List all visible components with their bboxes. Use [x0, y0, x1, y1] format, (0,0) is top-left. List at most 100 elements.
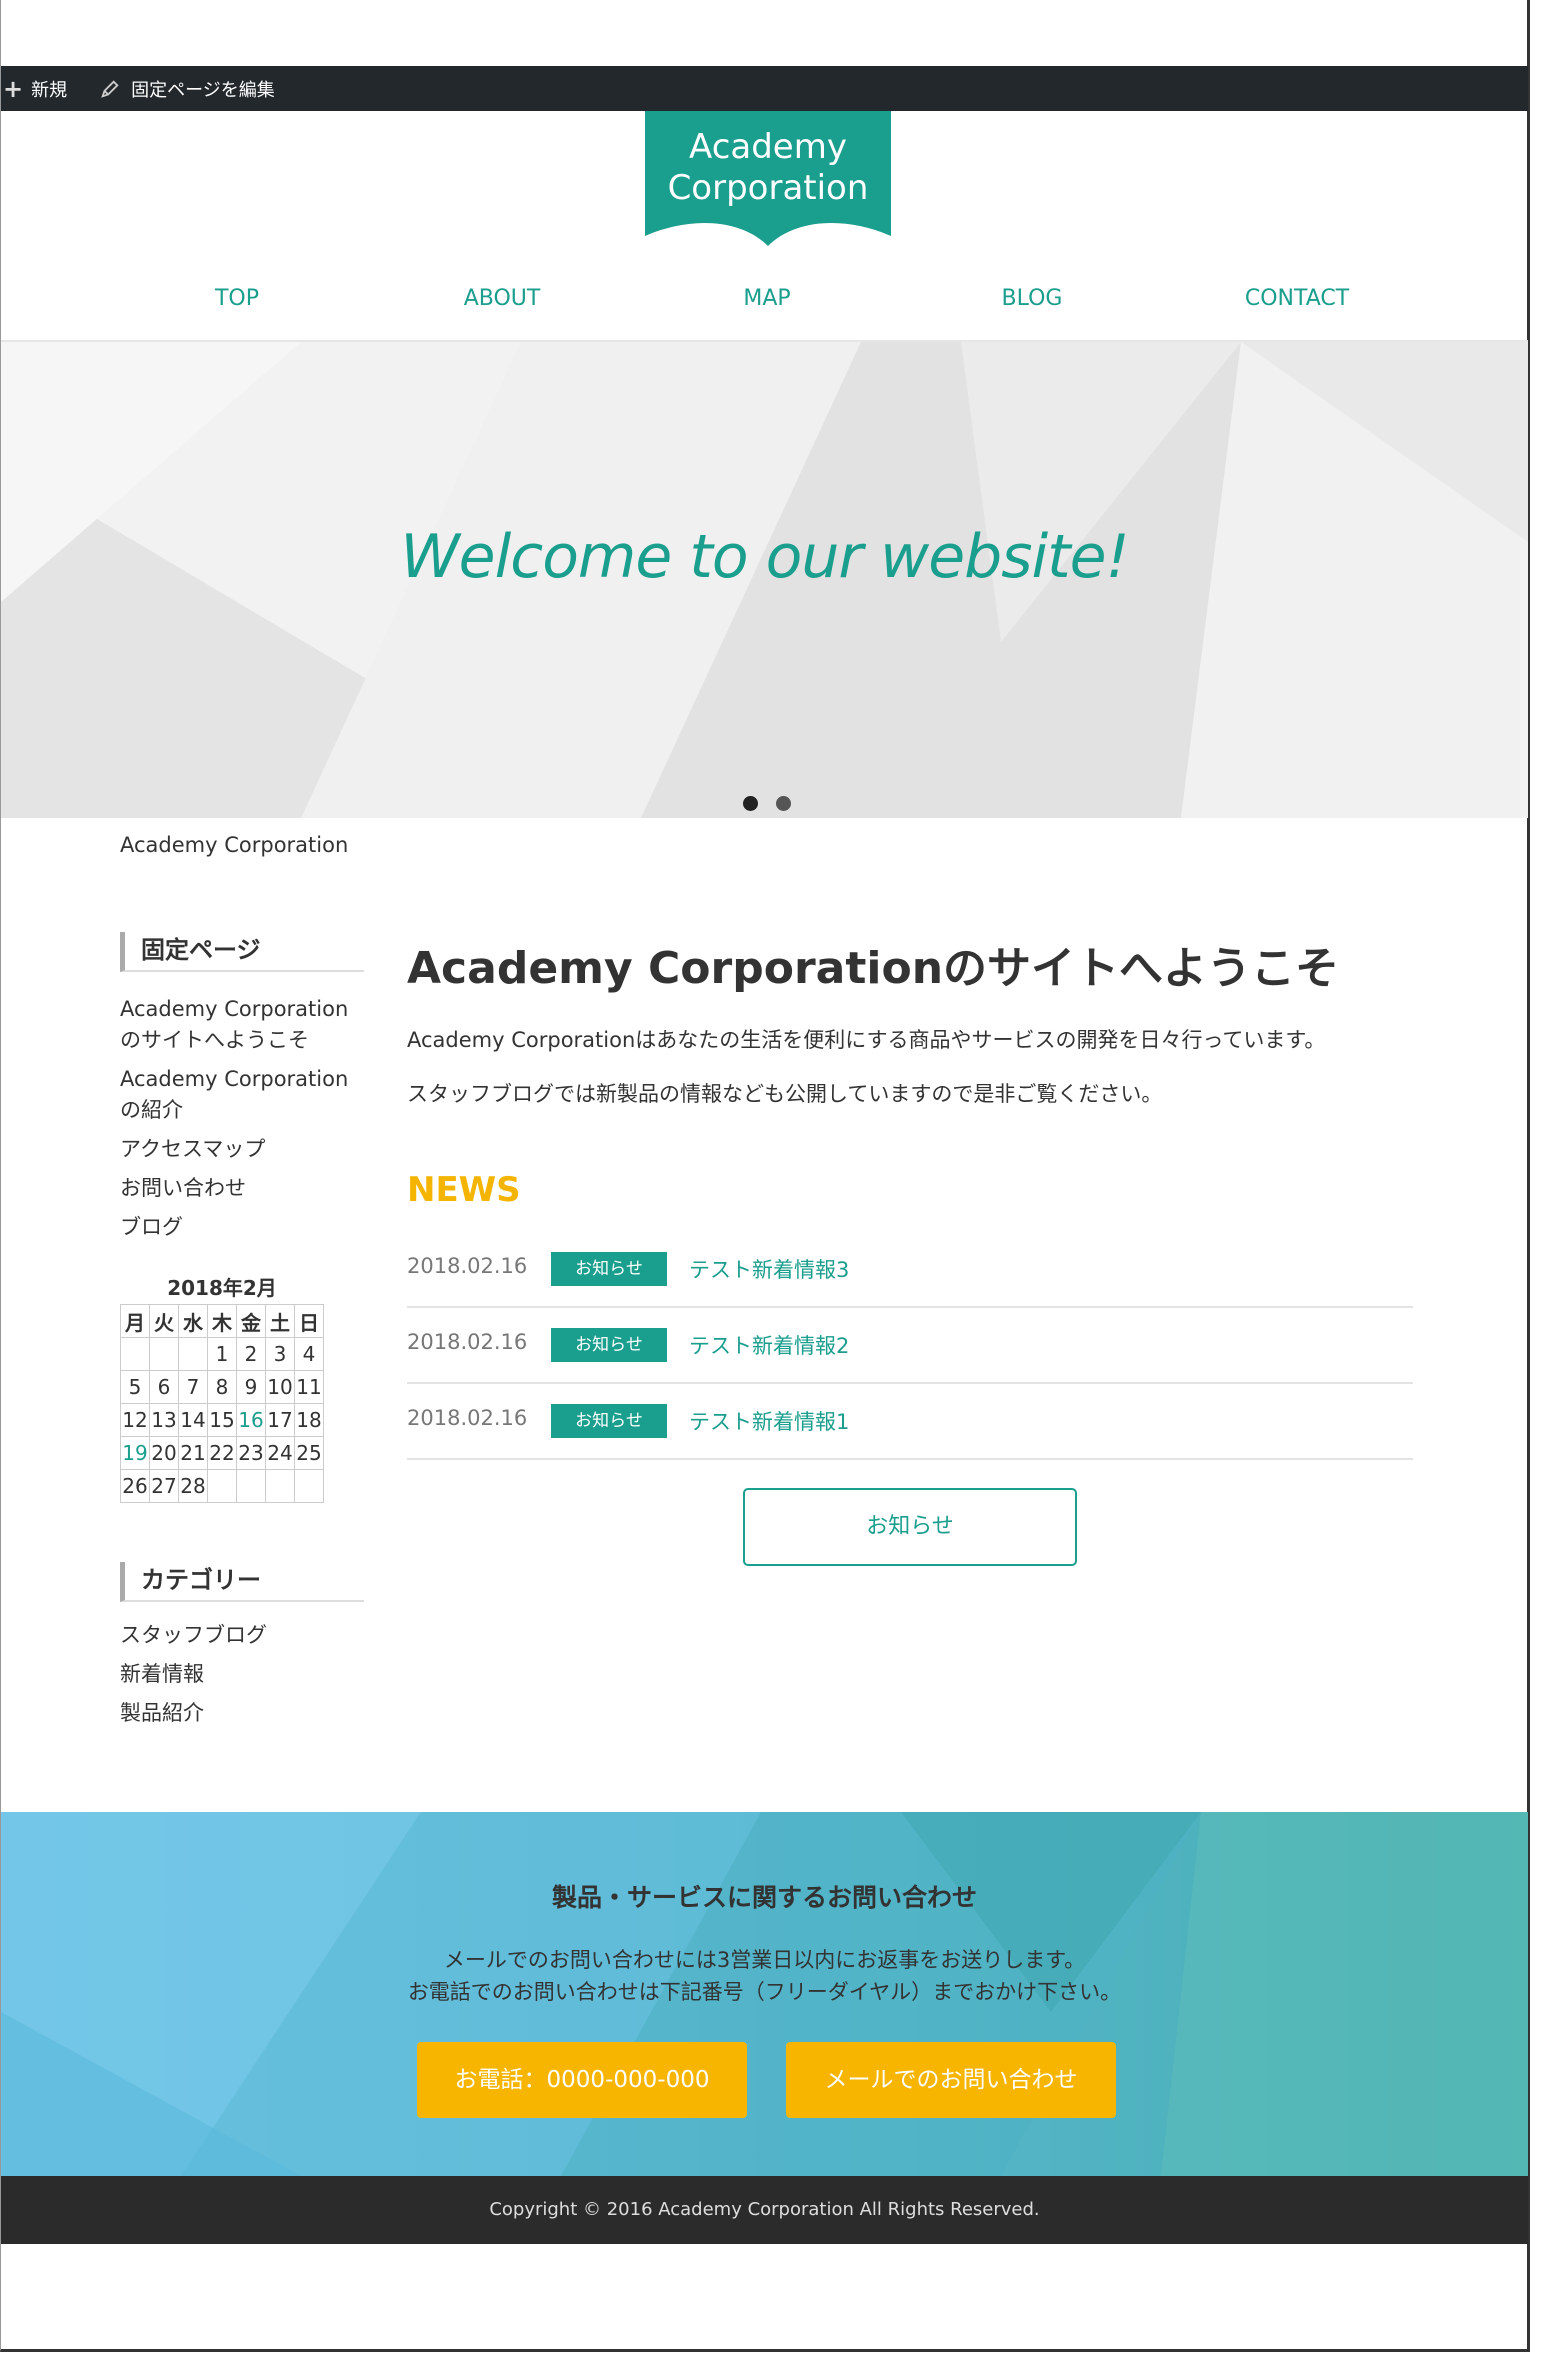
sidebar-page-welcome[interactable]: Academy Corporation のサイトへようこそ [120, 994, 348, 1056]
hero-title: Welcome to our website! [400, 522, 1129, 592]
slider-dots [743, 796, 791, 811]
news-category-badge[interactable]: お知らせ [551, 1252, 667, 1286]
news-title-link[interactable]: テスト新着情報3 [689, 1254, 849, 1284]
calendar-weekday-row: 月 火 水 木 金 土 日 [120, 1304, 324, 1338]
sidebar-page-access-map[interactable]: アクセスマップ [120, 1134, 265, 1165]
sidebar-page-about-line1: Academy Corporation [120, 1067, 349, 1091]
nav-about[interactable]: ABOUT [464, 286, 541, 311]
calendar-day: 9 [236, 1370, 266, 1404]
calendar-widget: 2018年2月 月 火 水 木 金 土 日 1 2 3 4 5 6 7 8 9 10 11 12 13 1… [120, 1272, 324, 1503]
calendar-day: 27 [149, 1469, 179, 1503]
calendar-weekday: 月 [120, 1304, 150, 1338]
calendar-day: 20 [149, 1436, 179, 1470]
sidebar-page-welcome-line2: のサイトへようこそ [120, 1028, 309, 1052]
logo-line-1: Academy [689, 127, 847, 167]
news-heading: NEWS [407, 1170, 521, 1210]
calendar-day: 12 [120, 1403, 150, 1437]
pencil-icon [101, 79, 119, 98]
nav-contact[interactable]: CONTACT [1245, 286, 1349, 311]
contact-text-line-1: メールでのお問い合わせには3営業日以内にお返事をお送りします。 [443, 1948, 1086, 1972]
admin-edit-page-button[interactable]: 固定ページを編集 [93, 76, 275, 102]
calendar-empty-cell [149, 1337, 179, 1371]
calendar-day: 17 [265, 1403, 295, 1437]
calendar-weekday: 木 [207, 1304, 237, 1338]
calendar-caption: 2018年2月 [167, 1276, 277, 1300]
calendar-day: 28 [178, 1469, 208, 1503]
calendar-day[interactable]: 19 [120, 1436, 150, 1470]
calendar-weekday: 水 [178, 1304, 208, 1338]
logo-line-2: Corporation [667, 168, 869, 208]
logo-text: Academy Corporation [645, 127, 891, 209]
widget-title-categories: カテゴリー [120, 1562, 364, 1602]
widget-title-pages: 固定ページ [120, 932, 364, 972]
calendar-week-row: 1234 [120, 1337, 324, 1371]
phone-button[interactable]: お電話：0000-000-000 [417, 2042, 747, 2118]
news-category-badge[interactable]: お知らせ [551, 1328, 667, 1362]
calendar-week-row: 26 27 28 [120, 1469, 324, 1503]
news-title-link[interactable]: テスト新着情報1 [689, 1406, 849, 1436]
calendar-day[interactable]: 16 [236, 1403, 266, 1437]
nav-blog[interactable]: BLOG [1002, 286, 1063, 311]
calendar-day: 8 [207, 1370, 237, 1404]
site-logo[interactable]: Academy Corporation [645, 111, 891, 251]
contact-text-line-2: お電話でのお問い合わせは下記番号（フリーダイヤル）までおかけ下さい。 [407, 1980, 1122, 2004]
calendar-week-row: 19 20 21 22 23 24 25 [120, 1436, 324, 1470]
calendar-day: 14 [178, 1403, 208, 1437]
sidebar-page-about-line2: の紹介 [120, 1098, 183, 1122]
calendar-day: 11 [294, 1370, 324, 1404]
calendar-empty-cell [236, 1469, 266, 1503]
news-date: 2018.02.16 [407, 1330, 528, 1354]
calendar-day: 23 [236, 1436, 266, 1470]
sidebar-page-blog[interactable]: ブログ [120, 1212, 183, 1243]
nav-map[interactable]: MAP [743, 286, 790, 311]
nav-top[interactable]: TOP [215, 286, 259, 311]
calendar-day: 15 [207, 1403, 237, 1437]
browser-page-frame: + 新規 固定ページを編集 Academy Corporation TOP AB… [0, 0, 1530, 2352]
intro-paragraph-1: Academy Corporationはあなたの生活を便利にする商品やサービスの… [407, 1028, 1326, 1052]
admin-bar: + 新規 固定ページを編集 [1, 66, 1528, 111]
calendar-day: 13 [149, 1403, 179, 1437]
news-list-button[interactable]: お知らせ [743, 1488, 1077, 1566]
calendar-weekday: 火 [149, 1304, 179, 1338]
news-category-badge[interactable]: お知らせ [551, 1404, 667, 1438]
calendar-day: 25 [294, 1436, 324, 1470]
admin-edit-label: 固定ページを編集 [131, 79, 275, 101]
footer-copyright: Copyright © 2016 Academy Corporation All… [1, 2176, 1528, 2244]
admin-new-label: 新規 [31, 79, 68, 101]
sidebar-category-products[interactable]: 製品紹介 [120, 1698, 204, 1729]
calendar-weekday: 土 [265, 1304, 295, 1338]
hero-slider: Welcome to our website! [1, 342, 1528, 818]
sidebar-category-news[interactable]: 新着情報 [120, 1659, 204, 1690]
calendar-day: 10 [265, 1370, 295, 1404]
slider-dot-2[interactable] [776, 796, 791, 811]
calendar-empty-cell [120, 1337, 150, 1371]
calendar-day: 26 [120, 1469, 150, 1503]
intro-paragraph-2: スタッフブログでは新製品の情報なども公開していますので是非ご覧ください。 [407, 1082, 1163, 1106]
calendar-day: 6 [149, 1370, 179, 1404]
news-date: 2018.02.16 [407, 1406, 528, 1430]
sidebar-page-about[interactable]: Academy Corporation の紹介 [120, 1064, 348, 1126]
news-title-link[interactable]: テスト新着情報2 [689, 1330, 849, 1360]
calendar-weekday: 日 [294, 1304, 324, 1338]
calendar-day: 7 [178, 1370, 208, 1404]
calendar-empty-cell [207, 1469, 237, 1503]
sidebar-category-staff-blog[interactable]: スタッフブログ [120, 1620, 267, 1651]
sidebar-page-contact[interactable]: お問い合わせ [120, 1173, 246, 1204]
calendar-empty-cell [294, 1469, 324, 1503]
news-date: 2018.02.16 [407, 1254, 528, 1278]
main-nav: TOP ABOUT MAP BLOG CONTACT [1, 286, 1528, 326]
calendar-day: 18 [294, 1403, 324, 1437]
calendar-day: 4 [294, 1337, 324, 1371]
contact-section: 製品・サービスに関するお問い合わせ メールでのお問い合わせには3営業日以内にお返… [1, 1812, 1528, 2176]
breadcrumb: Academy Corporation [120, 833, 349, 857]
email-contact-button[interactable]: メールでのお問い合わせ [786, 2042, 1116, 2118]
plus-icon: + [3, 74, 24, 103]
calendar-day: 22 [207, 1436, 237, 1470]
calendar-empty-cell [178, 1337, 208, 1371]
news-item: 2018.02.16 お知らせ テスト新着情報3 [407, 1232, 1413, 1308]
slider-dot-1[interactable] [743, 796, 758, 811]
admin-new-button[interactable]: + 新規 [1, 75, 67, 103]
calendar-table: 月 火 水 木 金 土 日 1 2 3 4 5 6 7 8 9 10 11 12 13 14 15 16 17 1… [120, 1304, 324, 1503]
calendar-week-row: 12 13 14 15 16 17 18 [120, 1403, 324, 1437]
calendar-weekday: 金 [236, 1304, 266, 1338]
